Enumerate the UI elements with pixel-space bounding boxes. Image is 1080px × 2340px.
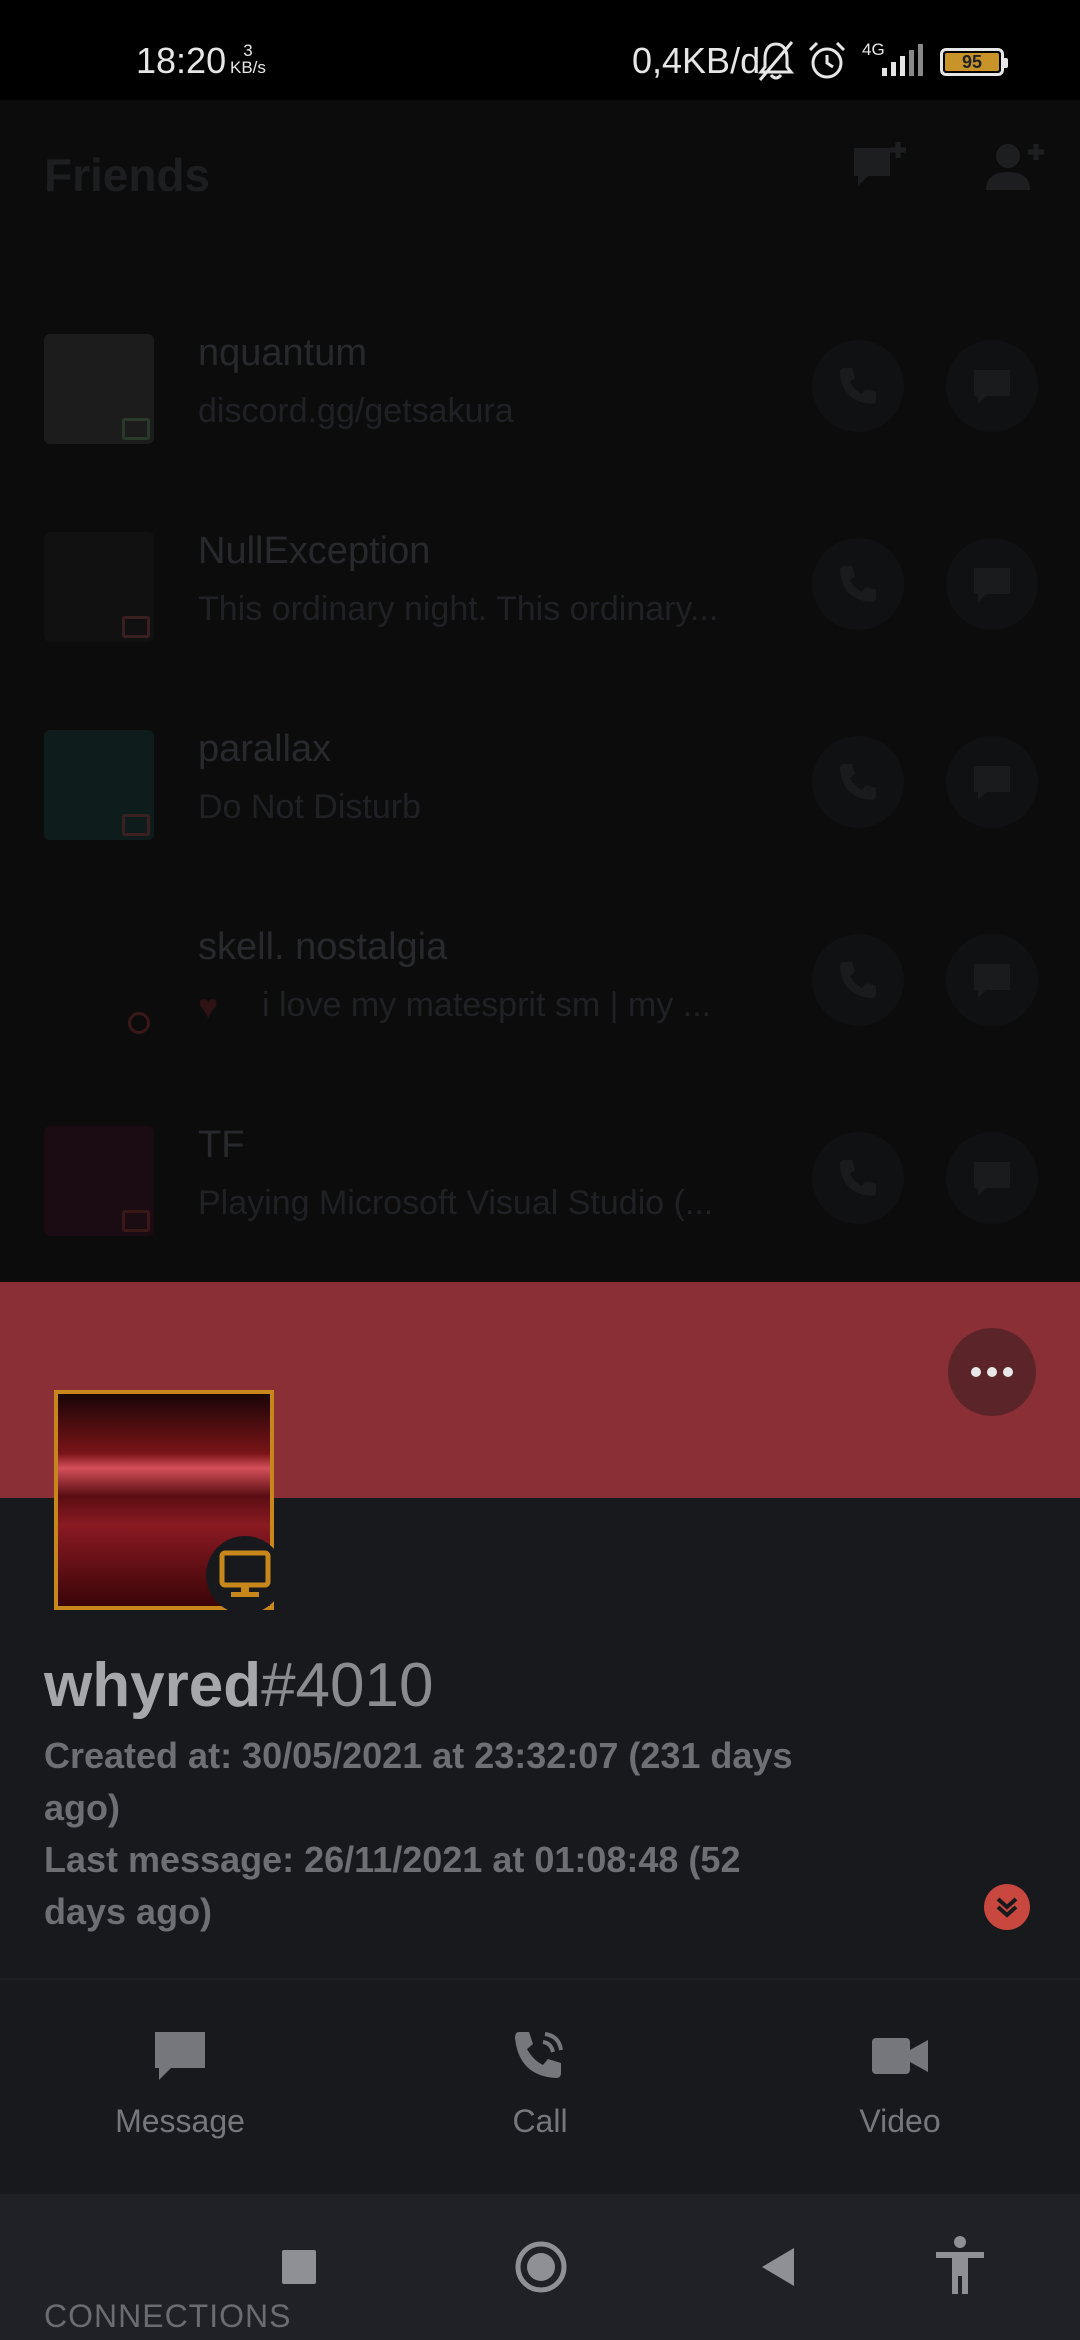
friend-row[interactable]: TF Playing Microsoft Visual Studio (... <box>0 1090 1080 1288</box>
created-at-line2: ago) <box>44 1787 120 1828</box>
home-icon[interactable] <box>514 2240 568 2294</box>
status-icon <box>122 616 150 638</box>
chat-icon <box>974 766 1010 800</box>
muted-bell-icon <box>757 41 795 81</box>
expand-button[interactable] <box>984 1884 1030 1930</box>
friend-status: Playing Microsoft Visual Studio (... <box>198 1184 714 1222</box>
video-action[interactable]: Video <box>800 2028 1000 2140</box>
chat-icon <box>974 370 1010 404</box>
avatar <box>44 532 154 642</box>
page-title: Friends <box>44 149 211 201</box>
friend-status: discord.gg/getsakura <box>198 392 514 430</box>
phone-icon <box>840 368 876 404</box>
friend-status: This ordinary night. This ordinary... <box>198 590 719 628</box>
net-rate-unit: KB/s <box>230 58 266 77</box>
chat-icon <box>974 1162 1010 1196</box>
avatar <box>44 928 154 1038</box>
chat-icon <box>974 964 1010 998</box>
clock: 18:20 <box>136 40 227 81</box>
avatar <box>44 334 154 444</box>
chat-icon <box>155 2032 205 2080</box>
navigation-bar: CONNECTIONS <box>0 2194 1080 2340</box>
message-button[interactable] <box>946 1132 1038 1224</box>
more-options-button[interactable] <box>948 1328 1036 1416</box>
phone-icon <box>515 2032 563 2078</box>
status-icon <box>128 1012 150 1034</box>
message-button[interactable] <box>946 934 1038 1026</box>
call-button[interactable] <box>812 736 904 828</box>
message-action[interactable]: Message <box>80 2028 280 2140</box>
friends-screen: Friends nquantum discord.gg/getsakura Nu… <box>0 100 1080 1282</box>
created-at: Created at: 30/05/2021 at 23:32:07 (231 … <box>44 1730 844 1834</box>
connections-header: CONNECTIONS <box>44 2298 292 2334</box>
net-rate-value: 3 <box>243 41 253 60</box>
friend-name: parallax <box>198 728 332 770</box>
video-camera-icon <box>872 2038 928 2074</box>
avatar <box>44 1126 154 1236</box>
username-name: whyred <box>44 1651 262 1720</box>
avatar <box>44 730 154 840</box>
message-button[interactable] <box>946 340 1038 432</box>
status-indicator <box>206 1536 284 1614</box>
friend-status: i love my matesprit sm | my ... <box>262 986 712 1024</box>
data-usage: 0,4KB/d <box>632 40 761 81</box>
friend-name: nquantum <box>198 332 368 374</box>
signal-icon <box>882 44 923 76</box>
friend-status: Do Not Disturb <box>198 788 421 826</box>
net-rate: 3 KB/s <box>230 42 266 76</box>
phone-icon <box>840 764 876 800</box>
recents-icon[interactable] <box>282 2250 316 2284</box>
message-button[interactable] <box>946 736 1038 828</box>
last-message-line1: Last message: 26/11/2021 at 01:08:48 (52 <box>44 1839 741 1880</box>
status-icon <box>122 1210 150 1232</box>
alarm-icon <box>808 41 846 79</box>
call-button[interactable] <box>812 340 904 432</box>
phone-icon <box>840 962 876 998</box>
chevron-down-icon <box>996 1897 1018 1918</box>
username: whyred#4010 <box>44 1650 433 1721</box>
message-button[interactable] <box>946 538 1038 630</box>
ellipsis-icon <box>971 1367 1013 1377</box>
discriminator: #4010 <box>261 1651 434 1720</box>
friend-row[interactable]: NullException This ordinary night. This … <box>0 496 1080 694</box>
battery-level: 95 <box>945 53 999 71</box>
new-message-icon[interactable] <box>850 140 910 196</box>
heart-icon: ♥ <box>198 988 219 1026</box>
desktop-icon <box>219 1550 271 1597</box>
call-label: Call <box>512 2103 568 2139</box>
call-button[interactable] <box>812 1132 904 1224</box>
chat-icon <box>974 568 1010 602</box>
last-message-line2: days ago) <box>44 1891 213 1932</box>
add-friend-icon[interactable] <box>982 140 1046 196</box>
phone-icon <box>840 1160 876 1196</box>
status-bar: 18:20 3 KB/s 0,4KB/d 4G 95 <box>0 0 1080 100</box>
back-icon[interactable] <box>758 2246 798 2288</box>
call-button[interactable] <box>812 934 904 1026</box>
message-label: Message <box>115 2103 245 2139</box>
friend-name: TF <box>198 1124 245 1166</box>
video-label: Video <box>859 2103 941 2139</box>
status-icon <box>122 814 150 836</box>
profile-sheet: whyred#4010 Created at: 30/05/2021 at 23… <box>0 1282 1080 2194</box>
accessibility-icon[interactable] <box>932 2234 988 2296</box>
friend-row[interactable]: parallax Do Not Disturb <box>0 694 1080 892</box>
friend-row[interactable]: skell. nostalgia ♥ i love my matesprit s… <box>0 892 1080 1090</box>
last-message: Last message: 26/11/2021 at 01:08:48 (52… <box>44 1834 844 1938</box>
created-at-line1: Created at: 30/05/2021 at 23:32:07 (231 … <box>44 1735 793 1776</box>
friend-row[interactable]: nquantum discord.gg/getsakura <box>0 298 1080 496</box>
call-action[interactable]: Call <box>440 2028 640 2140</box>
status-icon <box>122 418 150 440</box>
divider <box>0 1978 1080 1980</box>
call-button[interactable] <box>812 538 904 630</box>
friend-name: NullException <box>198 530 431 572</box>
battery-icon: 95 <box>940 48 1008 76</box>
phone-icon <box>840 566 876 602</box>
friend-name: skell. nostalgia <box>198 926 448 968</box>
